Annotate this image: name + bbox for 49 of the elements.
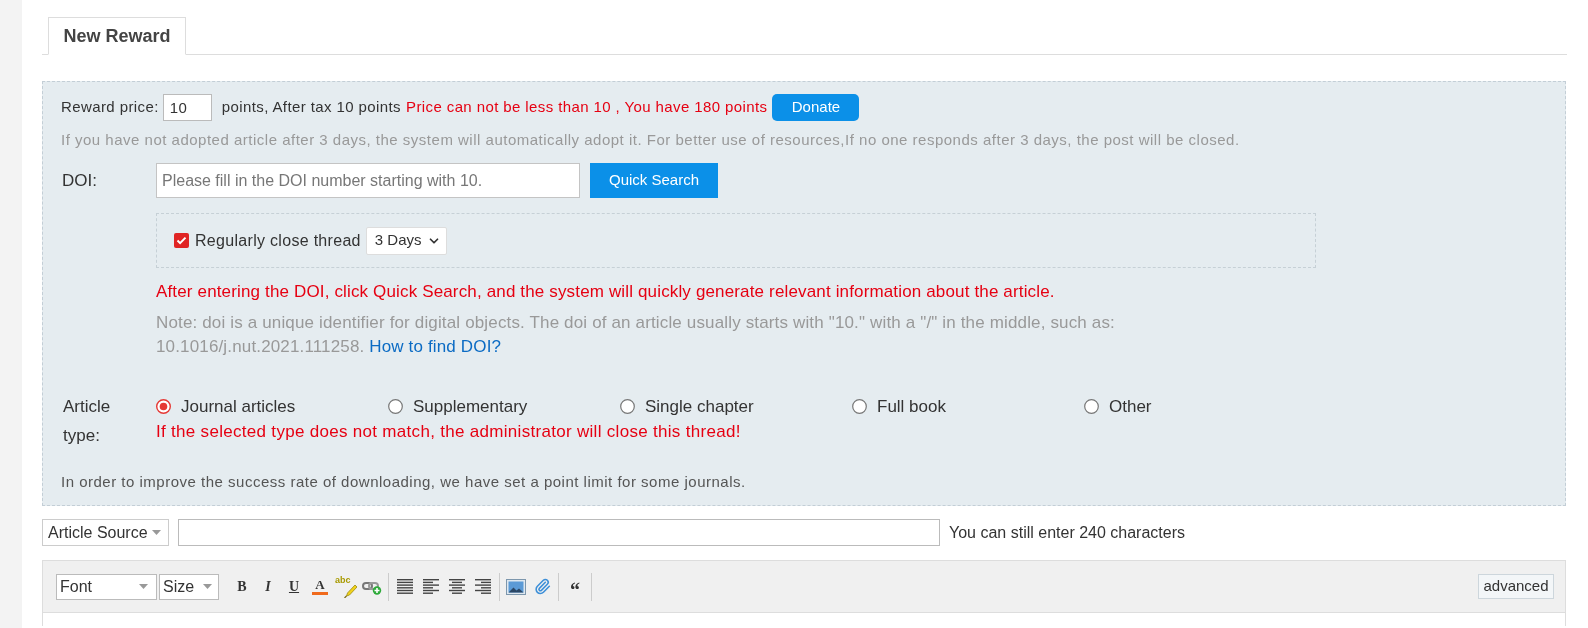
radio-label[interactable]: Full book	[877, 393, 946, 420]
type-warning: If the selected type does not match, the administrator will close this thread!	[156, 421, 742, 443]
italic-button[interactable]: I	[257, 575, 279, 598]
doi-note: Note: doi is a unique identifier for digital objects. The doi of an article usually starts with "10." with a "/" in the middle, such as: 10.1016/j.nut.2021.111258. How to find DOI?	[156, 312, 1116, 358]
pen-icon	[344, 583, 357, 598]
checkbox[interactable]	[174, 233, 189, 248]
radio-label[interactable]: Other	[1109, 393, 1152, 420]
color-bar-icon	[312, 592, 328, 595]
radio-button[interactable]	[1084, 399, 1099, 414]
checkbox-label[interactable]: Regularly close thread	[195, 228, 361, 253]
character-counter: You can still enter 240 characters	[949, 522, 1185, 543]
advanced-button[interactable]: advanced	[1478, 574, 1554, 599]
caret-icon	[203, 584, 212, 589]
align-left-icon	[423, 579, 439, 594]
bold-button[interactable]: B	[231, 575, 253, 598]
article-source-select[interactable]: Article Source	[42, 519, 169, 546]
after-tax-text: points, After tax 10 points	[221, 97, 401, 118]
caret-icon	[151, 530, 161, 535]
reward-price-label: Reward price:	[61, 97, 159, 118]
source-input[interactable]	[178, 519, 940, 546]
size-select[interactable]: Size	[159, 573, 219, 600]
point-limit-note: In order to improve the success rate of downloading, we have set a point limit for some journals.	[61, 472, 747, 492]
radio-button[interactable]	[388, 399, 403, 414]
radio-label[interactable]: Journal articles	[181, 393, 296, 420]
underline-button[interactable]: U	[283, 575, 305, 598]
align-center-icon	[449, 579, 465, 594]
radio-button[interactable]	[156, 399, 171, 414]
help-link[interactable]: How to find DOI?	[369, 337, 502, 356]
font-select[interactable]: Font	[56, 573, 157, 600]
quote-button[interactable]: “	[564, 575, 586, 598]
paperclip-icon	[533, 578, 551, 595]
align-right-icon	[475, 579, 491, 594]
doi-input[interactable]: Please fill in the DOI number starting with 10.	[156, 163, 580, 198]
period-select[interactable]: 3 Days	[365, 226, 448, 255]
price-warning: Price can not be less than 10 , You have 180 points	[406, 97, 768, 118]
doi-label: DOI:	[61, 169, 98, 192]
radio-label[interactable]: Supplementary	[413, 393, 528, 420]
radio-button[interactable]	[620, 399, 635, 414]
reward-price-input[interactable]: 10	[162, 94, 212, 121]
caret-icon	[139, 584, 148, 589]
radio-button[interactable]	[852, 399, 867, 414]
adoption-notice: If you have not adopted article after 3 days, the system will automatically adopt it. For better use of resources,If no one responds after 3 days, the post will be closed.	[61, 130, 1241, 150]
font-color-button[interactable]: A	[309, 575, 331, 598]
align-justify-icon	[397, 579, 413, 594]
doi-hint: After entering the DOI, click Quick Search, and the system will quickly generate relevant information about the article.	[156, 281, 1056, 303]
tab[interactable]: New Reward	[48, 17, 186, 55]
image-icon	[506, 578, 526, 595]
radio-label[interactable]: Single chapter	[645, 393, 754, 420]
article-type-label: Article type:	[62, 396, 112, 447]
